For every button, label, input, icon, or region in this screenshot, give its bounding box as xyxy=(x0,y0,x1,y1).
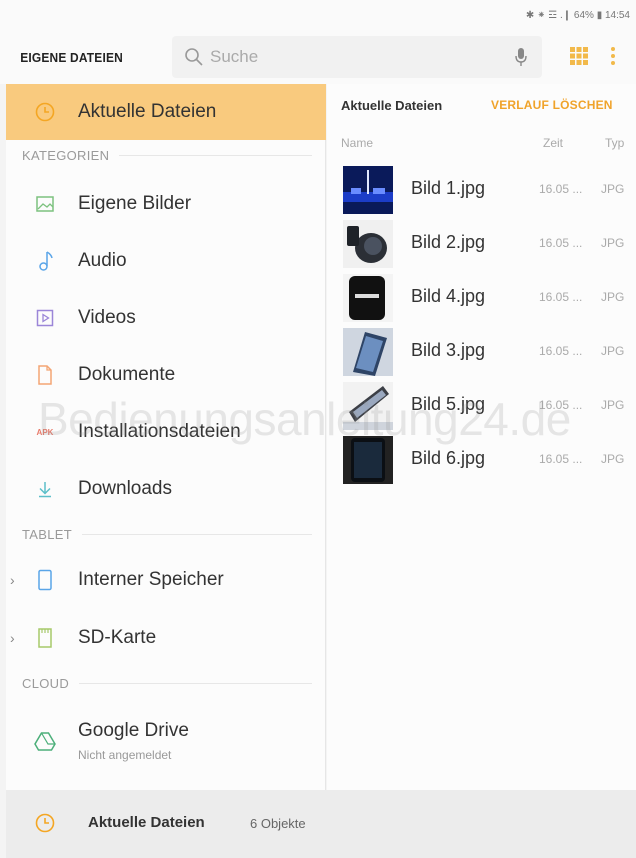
column-header-time[interactable]: Zeit xyxy=(543,136,563,150)
sidebar-item-downloads[interactable]: Downloads xyxy=(6,461,326,517)
table-row[interactable]: Bild 2.jpg 16.05 ... JPG xyxy=(327,220,636,274)
video-icon xyxy=(34,307,56,329)
file-time: 16.05 ... xyxy=(539,452,583,466)
sidebar-item-label: Videos xyxy=(78,307,136,328)
sidebar-item-internal-storage[interactable]: › Interner Speicher xyxy=(6,552,326,608)
sidebar-item-images[interactable]: Eigene Bilder xyxy=(6,176,326,232)
clock-icon xyxy=(34,101,56,123)
document-icon xyxy=(34,364,56,386)
file-time: 16.05 ... xyxy=(539,182,583,196)
file-name: Bild 2.jpg xyxy=(411,232,486,252)
sidebar-item-label: Installationsdateien xyxy=(78,421,241,442)
image-icon xyxy=(34,193,56,215)
object-count: 6 Objekte xyxy=(250,816,306,831)
file-name: Bild 6.jpg xyxy=(411,448,486,468)
table-row[interactable]: Bild 4.jpg 16.05 ... JPG xyxy=(327,274,636,328)
sidebar-item-label: Aktuelle Dateien xyxy=(78,101,217,122)
grid-view-icon[interactable] xyxy=(570,47,588,65)
more-options-icon[interactable] xyxy=(608,45,618,67)
clear-history-button[interactable]: VERLAUF LÖSCHEN xyxy=(491,98,613,112)
chevron-right-icon[interactable]: › xyxy=(10,630,15,646)
section-cloud: CLOUD xyxy=(22,676,312,691)
file-time: 16.05 ... xyxy=(539,236,583,250)
sidebar-item-installation-files[interactable]: APK Installationsdateien xyxy=(6,404,326,460)
file-thumbnail xyxy=(343,328,393,376)
sidebar-item-recent-files[interactable]: Aktuelle Dateien xyxy=(6,84,326,140)
section-cloud-label: CLOUD xyxy=(22,676,70,691)
sidebar-item-label: Interner Speicher xyxy=(78,569,224,590)
status-bar-text: ✱ ⁕ ☲ .❙ 64% ▮ 14:54 xyxy=(525,9,630,21)
file-time: 16.05 ... xyxy=(539,398,583,412)
sidebar-item-google-drive[interactable]: Google Drive Nicht angemeldet xyxy=(6,706,326,776)
file-type: JPG xyxy=(601,344,625,358)
file-thumbnail xyxy=(343,166,393,214)
sd-card-icon xyxy=(34,627,56,649)
section-categories-label: KATEGORIEN xyxy=(22,148,110,163)
file-time: 16.05 ... xyxy=(539,344,583,358)
file-thumbnail xyxy=(343,274,393,322)
sidebar-item-label: Dokumente xyxy=(78,364,176,385)
current-location-label: Aktuelle Dateien xyxy=(88,814,205,831)
sidebar-item-audio[interactable]: Audio xyxy=(6,233,326,289)
file-name: Bild 4.jpg xyxy=(411,286,486,306)
section-categories: KATEGORIEN xyxy=(22,148,312,163)
sidebar-item-label: Google Drive xyxy=(78,720,189,741)
file-thumbnail xyxy=(343,220,393,268)
file-type: JPG xyxy=(601,236,625,250)
phone-icon xyxy=(34,569,56,591)
sidebar-item-sd-card[interactable]: › SD-Karte xyxy=(6,610,326,666)
google-drive-icon xyxy=(34,730,56,752)
microphone-icon[interactable] xyxy=(514,47,528,67)
file-time: 16.05 ... xyxy=(539,290,583,304)
file-type: JPG xyxy=(601,452,625,466)
app-title: EIGENE DATEIEN xyxy=(20,49,123,65)
table-row[interactable]: Bild 1.jpg 16.05 ... JPG xyxy=(327,166,636,220)
file-type: JPG xyxy=(601,182,625,196)
sidebar-item-documents[interactable]: Dokumente xyxy=(6,347,326,403)
status-bar: ✱ ⁕ ☲ .❙ 64% ▮ 14:54 xyxy=(0,0,636,30)
table-row[interactable]: Bild 5.jpg 16.05 ... JPG xyxy=(327,382,636,436)
chevron-right-icon[interactable]: › xyxy=(10,572,15,588)
file-thumbnail xyxy=(343,436,393,484)
file-name: Bild 5.jpg xyxy=(411,394,486,414)
file-type: JPG xyxy=(601,290,625,304)
music-note-icon xyxy=(34,250,56,272)
download-icon xyxy=(34,478,56,500)
section-tablet: TABLET xyxy=(22,527,312,542)
file-type: JPG xyxy=(601,398,625,412)
section-tablet-label: TABLET xyxy=(22,527,72,542)
sidebar-item-sublabel: Nicht angemeldet xyxy=(78,748,172,762)
table-row[interactable]: Bild 6.jpg 16.05 ... JPG xyxy=(327,436,636,490)
table-row[interactable]: Bild 3.jpg 16.05 ... JPG xyxy=(327,328,636,382)
column-header-name[interactable]: Name xyxy=(341,136,373,150)
panel-title: Aktuelle Dateien xyxy=(341,98,443,113)
column-header-type[interactable]: Typ xyxy=(605,136,624,150)
sidebar-item-label: Eigene Bilder xyxy=(78,193,192,214)
apk-icon: APK xyxy=(36,427,54,437)
file-thumbnail xyxy=(343,382,393,430)
sidebar: Aktuelle Dateien KATEGORIEN Eigene Bilde… xyxy=(6,84,326,790)
clock-icon xyxy=(35,813,55,833)
file-name: Bild 1.jpg xyxy=(411,178,486,198)
search-input[interactable] xyxy=(210,47,500,67)
search-box[interactable] xyxy=(172,36,542,78)
sidebar-item-label: Audio xyxy=(78,250,127,271)
file-list-panel: Aktuelle Dateien VERLAUF LÖSCHEN Name Ze… xyxy=(327,84,636,790)
bottom-status-bar: Aktuelle Dateien 6 Objekte xyxy=(6,790,636,858)
sidebar-item-videos[interactable]: Videos xyxy=(6,290,326,346)
file-name: Bild 3.jpg xyxy=(411,340,486,360)
search-icon xyxy=(185,48,203,66)
sidebar-item-label: Downloads xyxy=(78,478,172,499)
sidebar-item-label: SD-Karte xyxy=(78,627,157,648)
app-header: EIGENE DATEIEN xyxy=(0,30,636,84)
